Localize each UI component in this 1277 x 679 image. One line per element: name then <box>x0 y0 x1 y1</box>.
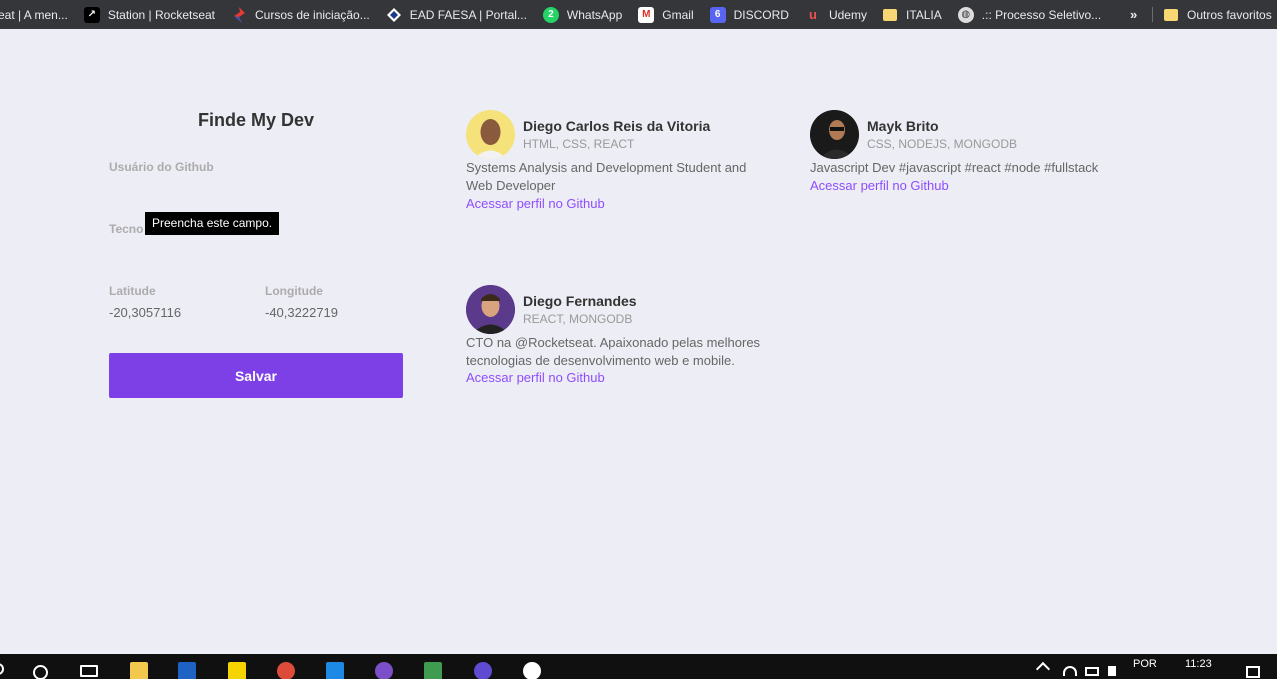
other-favorites-folder[interactable]: Outros favoritos <box>1164 0 1272 29</box>
insomnia-icon[interactable] <box>474 662 492 679</box>
latitude-input[interactable]: -20,3057116 <box>109 305 181 320</box>
github-profile-link[interactable]: Acessar perfil no Github <box>466 370 605 385</box>
bookmark-item[interactable]: EAD FAESA | Portal... <box>386 0 535 29</box>
bookmark-label: Cursos de iniciação... <box>255 7 370 22</box>
sticky-notes-icon[interactable] <box>228 662 246 679</box>
github-profile-link[interactable]: Acessar perfil no Github <box>810 178 949 193</box>
powershell-icon[interactable] <box>178 662 196 679</box>
bookmark-label: DISCORD <box>733 7 789 22</box>
dev-bio: CTO na @Rocketseat. Apaixonado pelas mel… <box>466 335 761 368</box>
page-title: Finde My Dev <box>197 110 315 130</box>
bookmark-label: ITALIA <box>905 7 942 22</box>
bookmark-item[interactable]: ◍ .:: Processo Seletivo... <box>957 0 1109 29</box>
other-favorites-label: Outros favoritos <box>1187 7 1272 22</box>
bookmark-label: eat | A men... <box>0 7 68 22</box>
folder-icon <box>1164 8 1178 21</box>
bookmarks-bar: eat | A men... ↗ Station | Rocketseat Cu… <box>0 0 1277 29</box>
dev-name: Mayk Brito <box>867 118 939 134</box>
chevron-up-icon[interactable] <box>1035 661 1051 677</box>
bookmark-item[interactable]: u Udemy <box>805 0 875 29</box>
globe-icon: ◍ <box>957 6 974 23</box>
avatar <box>466 285 515 334</box>
bookmark-label: Udemy <box>828 7 867 22</box>
bookmark-item[interactable]: 2 WhatsApp <box>542 0 630 29</box>
mongodb-compass-icon[interactable] <box>523 662 541 679</box>
dev-bio: Systems Analysis and Development Student… <box>466 160 747 193</box>
power-icon[interactable] <box>1085 667 1099 676</box>
bookmark-label: Gmail <box>662 7 694 22</box>
folder-icon <box>882 8 897 21</box>
dev-name: Diego Fernandes <box>523 293 637 309</box>
faesa-icon <box>386 7 402 23</box>
techs-input[interactable] <box>109 240 403 264</box>
vscode-icon[interactable] <box>326 662 344 679</box>
dev-techs: HTML, CSS, REACT <box>523 137 635 151</box>
dev-techs: CSS, NODEJS, MONGODB <box>867 137 1018 151</box>
github-username-input[interactable] <box>109 178 403 202</box>
bookmarks-overflow-button[interactable]: » <box>1130 0 1137 29</box>
bookmark-label: WhatsApp <box>566 7 623 22</box>
git-icon[interactable] <box>424 662 442 679</box>
udemy-icon: u <box>808 7 817 22</box>
bookmark-logo-icon <box>231 6 247 23</box>
rocketseat-icon: ↗ <box>83 6 100 23</box>
bookmark-item[interactable]: Cursos de iniciação... <box>231 0 378 29</box>
github-profile-link[interactable]: Acessar perfil no Github <box>466 196 605 211</box>
bookmark-label: Station | Rocketseat <box>107 7 216 22</box>
github-desktop-icon[interactable] <box>375 662 393 679</box>
latitude-label: Latitude <box>109 284 156 298</box>
discord-icon: 6 <box>709 6 726 23</box>
notifications-icon[interactable] <box>1246 666 1260 678</box>
bookmarks-divider <box>1152 7 1153 22</box>
dev-bio: Javascript Dev #javascript #react #node … <box>810 160 1099 175</box>
whatsapp-icon: 2 <box>542 6 559 23</box>
start-icon[interactable] <box>0 663 4 675</box>
avatar <box>810 110 859 159</box>
dev-card: Mayk Brito CSS, NODEJS, MONGODB Javascri… <box>810 110 1110 200</box>
chrome-icon[interactable] <box>277 662 295 679</box>
bookmark-item[interactable]: M Gmail <box>638 0 701 29</box>
bookmark-item[interactable]: 6 DISCORD <box>709 0 797 29</box>
dev-card: Diego Fernandes REACT, MONGODB CTO na @R… <box>466 285 766 395</box>
github-username-label: Usuário do Github <box>109 160 214 174</box>
taskbar: POR 11:23 <box>0 654 1277 679</box>
validation-tooltip: Preencha este campo. <box>145 212 280 235</box>
bookmark-label: .:: Processo Seletivo... <box>981 7 1102 22</box>
techs-label: Tecno <box>109 222 144 236</box>
language-indicator[interactable]: POR <box>1133 658 1157 670</box>
dev-card: Diego Carlos Reis da Vitoria HTML, CSS, … <box>466 110 766 220</box>
longitude-input[interactable]: -40,3222719 <box>265 305 338 320</box>
task-view-icon[interactable] <box>80 665 98 677</box>
clock[interactable]: 11:23 <box>1185 658 1212 670</box>
bookmark-item[interactable]: ITALIA <box>882 0 950 29</box>
dev-techs: REACT, MONGODB <box>523 312 633 326</box>
save-button[interactable]: Salvar <box>109 353 403 398</box>
bookmark-label: EAD FAESA | Portal... <box>409 7 527 22</box>
volume-icon[interactable] <box>1108 666 1116 676</box>
avatar <box>466 110 515 159</box>
gmail-icon: M <box>638 6 655 23</box>
bookmark-item[interactable]: ↗ Station | Rocketseat <box>83 0 223 29</box>
dev-name: Diego Carlos Reis da Vitoria <box>523 118 711 134</box>
file-explorer-icon[interactable] <box>130 662 148 679</box>
bookmark-item[interactable]: eat | A men... <box>0 0 76 29</box>
search-icon[interactable] <box>33 665 48 679</box>
longitude-label: Longitude <box>265 284 323 298</box>
wifi-icon[interactable] <box>1063 666 1077 676</box>
